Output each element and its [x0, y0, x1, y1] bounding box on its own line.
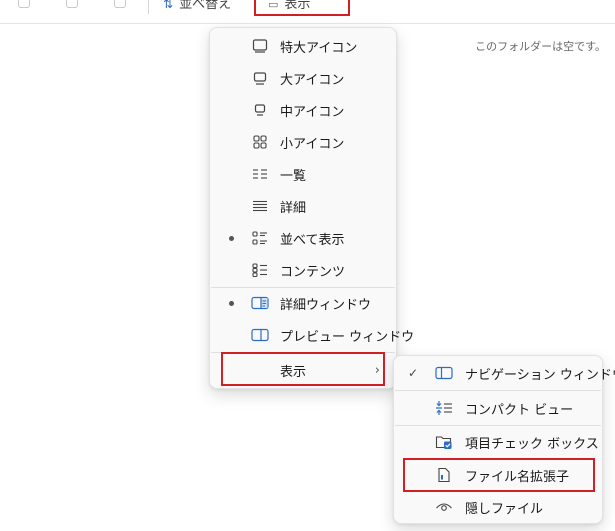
- menu-item-large-icons[interactable]: 大アイコン: [210, 62, 396, 94]
- menu-item-label: 大アイコン: [280, 72, 345, 88]
- sort-icon: ⇅: [163, 0, 174, 11]
- menu-item-label: コンテンツ: [280, 264, 346, 280]
- toolbar-divider: [148, 0, 149, 14]
- submenu-item-label: コンパクト ビュー: [465, 402, 574, 418]
- compact-view-icon: [434, 400, 454, 416]
- menu-item-label: 詳細ウィンドウ: [280, 297, 372, 313]
- submenu-item-navigation-pane[interactable]: ✓ ナビゲーション ウィンドウ: [394, 357, 615, 389]
- sort-button[interactable]: ⇅ 並べ替え: [163, 0, 231, 12]
- selected-bullet: [229, 300, 234, 306]
- content-icon: [251, 262, 269, 278]
- medium-icons-icon: [251, 102, 269, 118]
- paste-icon[interactable]: [114, 0, 126, 8]
- menu-item-list[interactable]: 一覧: [210, 158, 396, 190]
- menu-item-label: 詳細: [280, 200, 307, 216]
- menu-item-details-pane[interactable]: 詳細ウィンドウ: [210, 287, 396, 319]
- item-checkboxes-icon: [434, 434, 454, 450]
- large-icons-icon: [251, 70, 269, 86]
- tiles-icon: [251, 230, 269, 246]
- selected-bullet: [229, 235, 234, 241]
- menu-item-extra-large-icons[interactable]: 特大アイコン: [210, 30, 396, 62]
- view-menu: 特大アイコン 大アイコン 中アイコン 小アイコン 一覧 詳細 並べて表示 コンテ…: [209, 27, 414, 389]
- list-icon: [251, 166, 269, 182]
- menu-item-tiles[interactable]: 並べて表示: [210, 222, 396, 254]
- menu-item-content[interactable]: コンテンツ: [210, 254, 396, 286]
- cut-icon[interactable]: [18, 0, 30, 8]
- empty-folder-message: このフォルダーは空です。: [475, 40, 606, 53]
- checkmark-icon: ✓: [408, 366, 419, 380]
- preview-pane-icon: [251, 327, 269, 343]
- command-bar: ⇅ 並べ替え ▭ 表示: [0, 0, 615, 24]
- hidden-items-icon: [434, 499, 454, 515]
- menu-item-label: プレビュー ウィンドウ: [280, 329, 415, 345]
- submenu-item-label: ナビゲーション ウィンドウ: [465, 367, 615, 383]
- view-button-highlight: [254, 0, 350, 16]
- menu-item-label: 小アイコン: [280, 136, 345, 152]
- menu-item-label: 一覧: [280, 168, 307, 184]
- submenu-item-label: 隠しファイル: [465, 501, 544, 517]
- sort-label: 並べ替え: [179, 0, 232, 12]
- submenu-item-label: 項目チェック ボックス: [465, 436, 599, 452]
- menu-item-small-icons[interactable]: 小アイコン: [210, 126, 396, 158]
- details-icon: [251, 198, 269, 214]
- extra-large-icons-icon: [251, 38, 269, 54]
- submenu-item-hidden-items[interactable]: 隠しファイル: [394, 491, 602, 523]
- menu-item-preview-pane[interactable]: プレビュー ウィンドウ: [210, 319, 414, 351]
- copy-icon[interactable]: [66, 0, 78, 8]
- navigation-pane-icon: [434, 365, 454, 381]
- submenu-item-compact-view[interactable]: コンパクト ビュー: [394, 392, 602, 424]
- details-pane-icon: [251, 295, 269, 311]
- menu-item-details[interactable]: 詳細: [210, 190, 396, 222]
- show-item-highlight: [221, 352, 385, 386]
- menu-item-medium-icons[interactable]: 中アイコン: [210, 94, 396, 126]
- menu-item-label: 中アイコン: [280, 104, 345, 120]
- small-icons-icon: [251, 134, 269, 150]
- file-extensions-highlight: [403, 458, 595, 492]
- show-submenu: ✓ ナビゲーション ウィンドウ コンパクト ビュー 項目チェック ボックス ファ…: [393, 355, 615, 524]
- menu-divider: [395, 390, 601, 391]
- menu-item-label: 並べて表示: [280, 232, 345, 248]
- submenu-item-item-checkboxes[interactable]: 項目チェック ボックス: [394, 426, 602, 458]
- menu-item-label: 特大アイコン: [280, 40, 358, 56]
